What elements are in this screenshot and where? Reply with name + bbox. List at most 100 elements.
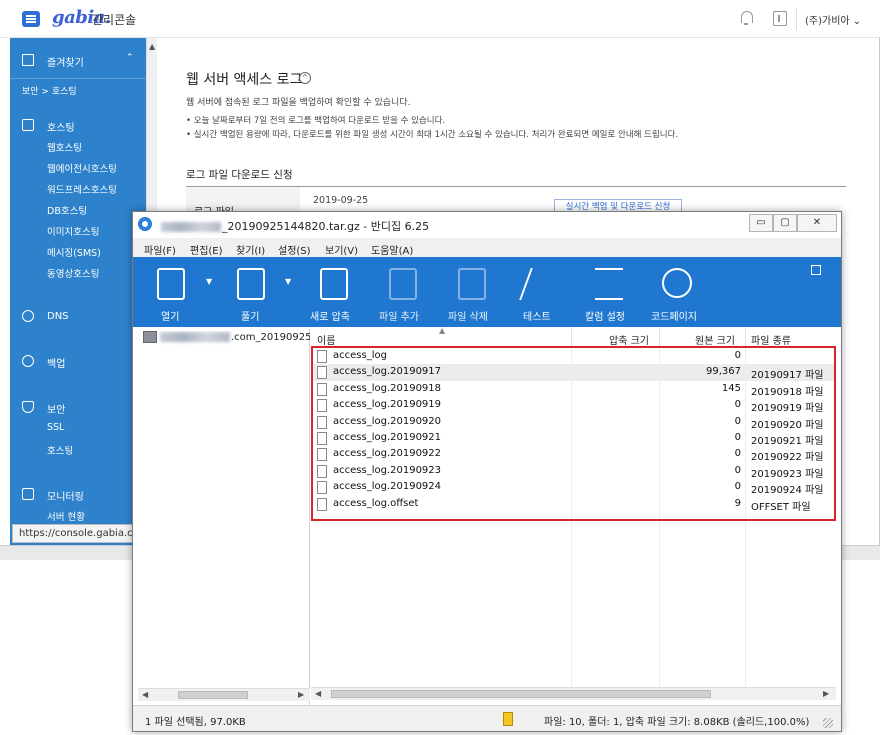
- menu-help[interactable]: 도움말(A): [371, 242, 413, 257]
- file-icon: [317, 350, 327, 363]
- menu-edit[interactable]: 편집(E): [190, 242, 223, 257]
- delete-file-button[interactable]: 파일 삭제: [446, 257, 506, 327]
- page-description: 웹 서버에 접속된 로그 파일을 백업하여 확인할 수 있습니다.: [186, 98, 411, 108]
- sidebar-item-security[interactable]: 보안: [47, 401, 65, 416]
- file-icon: [317, 464, 327, 478]
- sidebar-item-dns[interactable]: DNS: [47, 311, 69, 322]
- column-settings-button[interactable]: 칼럼 설정: [581, 257, 641, 327]
- scroll-up-icon[interactable]: ▲: [149, 42, 155, 51]
- status-bar: 1 파일 선택됨, 97.0KB 파일: 10, 폴더: 1, 압축 파일 크기…: [133, 705, 841, 731]
- file-name: access_log.offset: [333, 497, 419, 509]
- file-row[interactable]: access_log.20190923 0 20190923 파일: [311, 463, 836, 480]
- scroll-thumb[interactable]: [331, 690, 711, 698]
- bell-icon[interactable]: [739, 11, 753, 26]
- sort-ascending-icon: ▲: [439, 326, 446, 335]
- sidebar-subitem[interactable]: 워드프레스호스팅: [47, 182, 117, 196]
- column-name[interactable]: 이름: [317, 332, 335, 347]
- test-icon: [519, 268, 559, 300]
- file-original-size: 0: [734, 448, 741, 460]
- resize-grip[interactable]: [823, 718, 833, 728]
- minimize-button[interactable]: ▭: [749, 214, 773, 232]
- file-row[interactable]: access_log 0: [311, 348, 836, 364]
- sidebar-item-hosting[interactable]: 호스팅: [47, 119, 75, 134]
- column-file-type[interactable]: 파일 종류: [751, 332, 791, 347]
- file-row[interactable]: access_log.20190920 0 20190920 파일: [311, 414, 836, 431]
- list-scrollbar[interactable]: ◀ ▶: [311, 687, 836, 700]
- codepage-label: 코드페이지: [651, 312, 697, 323]
- open-dropdown-icon[interactable]: ▼: [206, 277, 212, 286]
- sidebar-breadcrumb[interactable]: 보안 > 호스팅: [22, 84, 77, 97]
- file-icon: [317, 382, 327, 396]
- info-icon[interactable]: [773, 11, 787, 26]
- title-bar[interactable]: _20190925144820.tar.gz - 반디집 6.25 ▭ ▢ ✕: [133, 212, 841, 237]
- file-row[interactable]: access_log.20190924 0 20190924 파일: [311, 479, 836, 497]
- file-original-size: 99,367: [706, 366, 741, 378]
- archive-icon: [143, 331, 157, 343]
- file-row[interactable]: access_log.20190922 0 20190922 파일: [311, 446, 836, 463]
- menu-view[interactable]: 보기(V): [325, 242, 358, 257]
- scroll-right-icon[interactable]: ▶: [298, 690, 304, 699]
- new-archive-button[interactable]: 새로 압축: [308, 257, 368, 327]
- extract-dropdown-icon[interactable]: ▼: [285, 277, 291, 286]
- codepage-button[interactable]: 코드페이지: [648, 257, 708, 327]
- column-settings-label: 칼럼 설정: [585, 312, 625, 323]
- add-file-button[interactable]: 파일 추가: [377, 257, 437, 327]
- file-name: access_log.20190919: [333, 399, 442, 411]
- sidebar-subitem[interactable]: 서버 현황: [47, 509, 85, 523]
- file-original-size: 0: [734, 431, 741, 443]
- file-row[interactable]: access_log.20190918 145 20190918 파일: [311, 381, 836, 398]
- sidebar-subitem[interactable]: 호스팅: [47, 443, 73, 457]
- archive-root-node[interactable]: .com_2019092514: [143, 331, 310, 347]
- file-icon: [317, 431, 327, 445]
- file-original-size: 0: [734, 415, 741, 427]
- extract-button[interactable]: 풀기: [233, 257, 283, 327]
- add-file-icon: [389, 268, 417, 300]
- file-row[interactable]: access_log.20190917 99,367 20190917 파일: [311, 364, 836, 381]
- sidebar-subitem[interactable]: SSL: [47, 422, 64, 433]
- menu-settings[interactable]: 설정(S): [278, 242, 311, 257]
- menu-file[interactable]: 파일(F): [144, 242, 176, 257]
- open-label: 열기: [161, 312, 180, 323]
- scroll-right-icon[interactable]: ▶: [823, 689, 829, 698]
- delete-file-icon: [458, 268, 486, 300]
- status-url: https://console.gabia.co: [12, 524, 134, 543]
- close-button[interactable]: ✕: [797, 214, 837, 232]
- open-button[interactable]: 열기: [153, 257, 203, 327]
- sidebar-item-backup[interactable]: 백업: [47, 355, 65, 370]
- menu-bar: 파일(F) 편집(E) 찾기(I) 설정(S) 보기(V) 도움말(A): [133, 238, 841, 257]
- file-icon: [317, 448, 327, 462]
- test-button[interactable]: 테스트: [517, 257, 567, 327]
- scroll-thumb[interactable]: [178, 691, 248, 699]
- file-row[interactable]: access_log.offset 9 OFFSET 파일: [311, 496, 836, 513]
- sidebar-item-favorites[interactable]: 즐겨찾기: [47, 54, 84, 69]
- file-name: access_log.20190921: [333, 431, 442, 443]
- tree-scrollbar[interactable]: ◀ ▶: [138, 688, 310, 701]
- file-original-size: 145: [721, 382, 741, 394]
- column-packed-size[interactable]: 압축 크기: [609, 332, 649, 347]
- scroll-left-icon[interactable]: ◀: [315, 689, 321, 698]
- file-row[interactable]: access_log.20190921 0 20190921 파일: [311, 430, 836, 447]
- file-icon: [317, 366, 327, 380]
- sidebar-subitem[interactable]: 웹에이전시호스팅: [47, 161, 117, 175]
- chevron-up-icon[interactable]: ⌃: [126, 53, 134, 63]
- scroll-left-icon[interactable]: ◀: [142, 690, 148, 699]
- sidebar-subitem[interactable]: 이미지호스팅: [47, 224, 99, 238]
- sidebar-item-monitoring[interactable]: 모니터링: [47, 488, 84, 503]
- grid-icon[interactable]: [811, 265, 821, 275]
- shield-icon: [22, 401, 34, 413]
- file-row[interactable]: access_log.20190919 0 20190919 파일: [311, 397, 836, 414]
- account-menu[interactable]: (주)가비아 ⌄: [805, 12, 861, 27]
- menu-find[interactable]: 찾기(I): [236, 242, 265, 257]
- bandizip-app-icon: [138, 217, 152, 231]
- sidebar-subitem[interactable]: DB호스팅: [47, 203, 87, 217]
- sidebar-subitem[interactable]: 웹호스팅: [47, 140, 82, 154]
- file-name: access_log.20190918: [333, 382, 442, 394]
- sidebar-subitem[interactable]: 동영상호스팅: [47, 266, 99, 280]
- sidebar-subitem[interactable]: 메시징(SMS): [47, 245, 101, 259]
- chevron-up-icon[interactable]: ^: [299, 72, 311, 84]
- menu-icon[interactable]: [22, 11, 40, 27]
- test-label: 테스트: [523, 312, 551, 323]
- file-type: 20190924 파일: [751, 485, 824, 497]
- maximize-button[interactable]: ▢: [773, 214, 797, 232]
- column-original-size[interactable]: 원본 크기: [695, 332, 735, 347]
